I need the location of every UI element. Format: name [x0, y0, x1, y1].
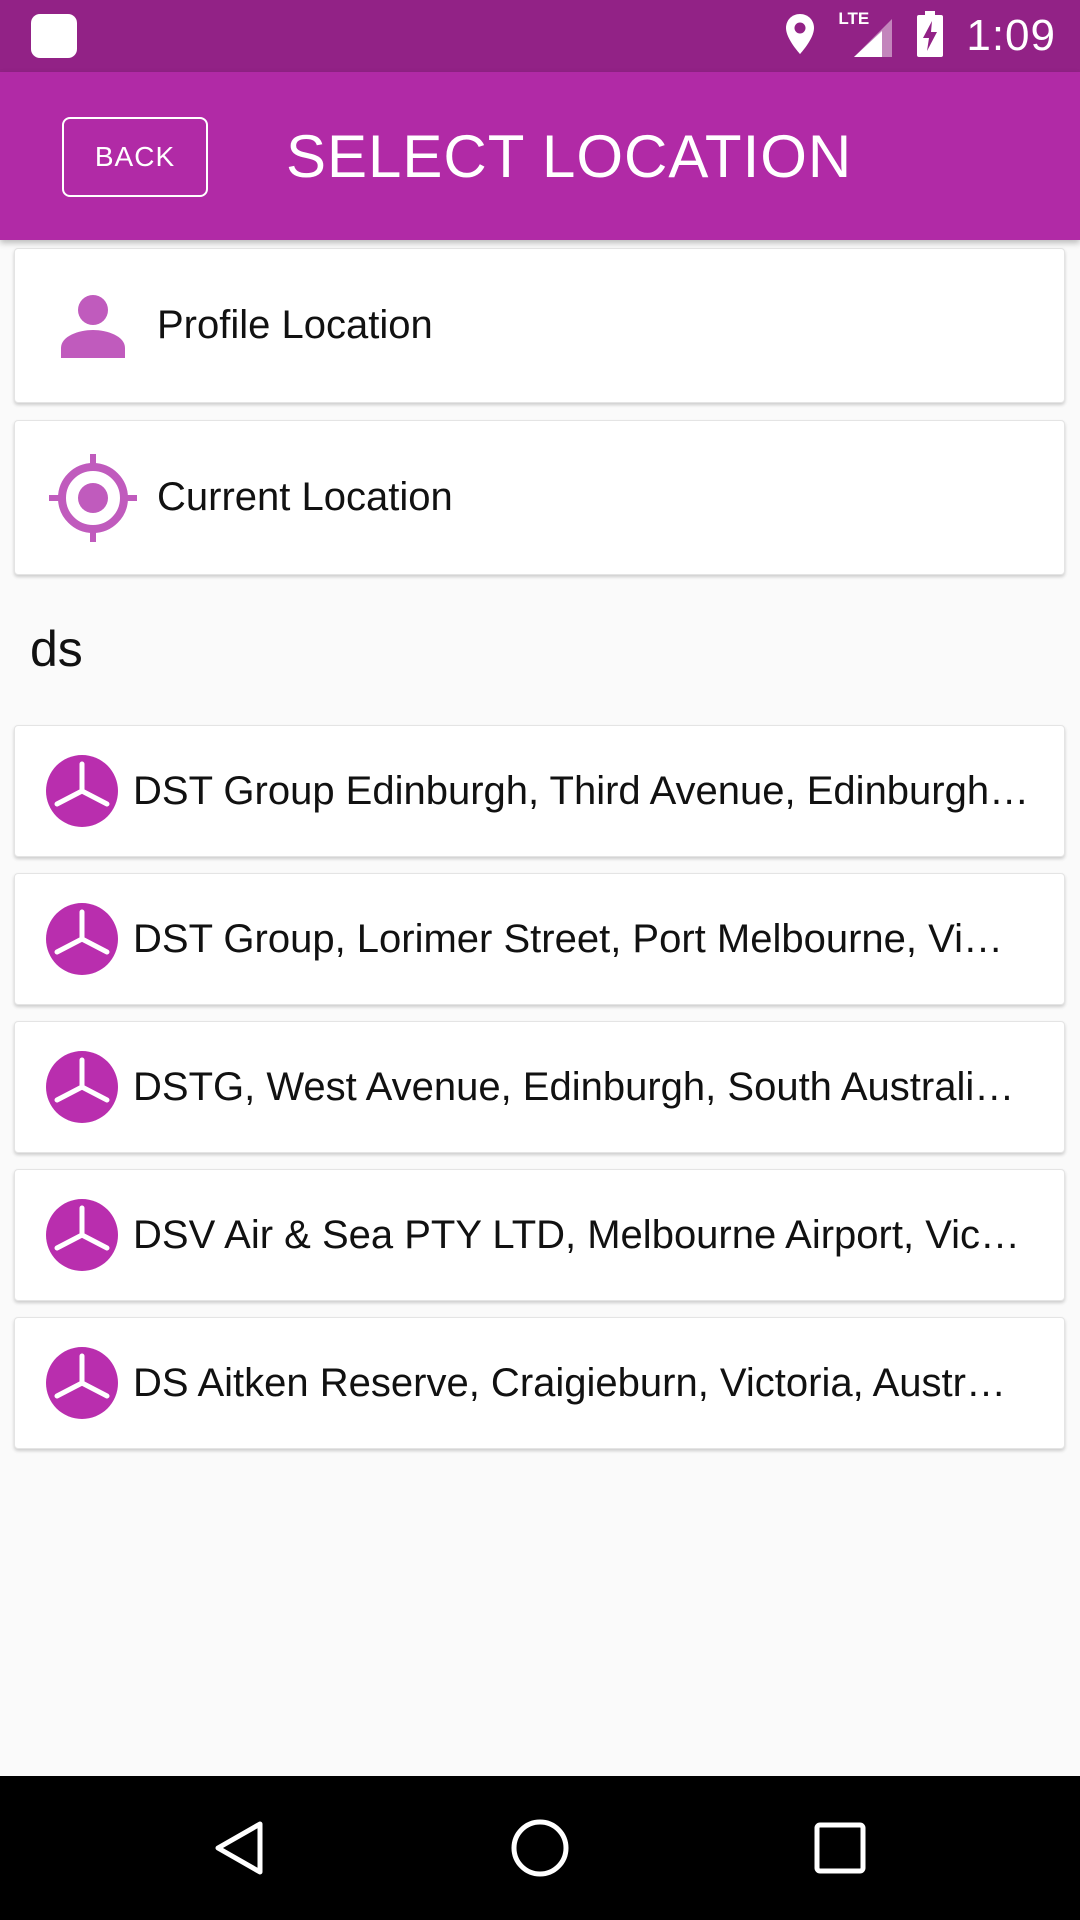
home-circle-icon[interactable]: [480, 1776, 600, 1920]
result-label: DSV Air & Sea PTY LTD, Melbourne Airport…: [133, 1212, 1021, 1257]
status-icons: LTE 1:09: [784, 0, 1056, 72]
app-notification-icon: [31, 14, 77, 58]
lte-signal-icon: LTE: [838, 9, 894, 61]
back-triangle-icon[interactable]: [180, 1776, 300, 1920]
result-label: DST Group, Lorimer Street, Port Melbourn…: [133, 916, 1003, 961]
result-label: DSTG, West Avenue, Edinburgh, South Aust…: [133, 1064, 1036, 1109]
history-clock-icon: [45, 754, 119, 828]
result-label: DST Group Edinburgh, Third Avenue, Edinb…: [133, 768, 1030, 813]
location-pin-icon: [784, 12, 816, 61]
page-title: SELECT LOCATION: [286, 122, 853, 190]
battery-charging-icon: [916, 10, 944, 63]
search-query-text: ds: [30, 621, 83, 677]
result-item-3[interactable]: DSTG, West Avenue, Edinburgh, South Aust…: [14, 1021, 1065, 1153]
clock-time: 1:09: [966, 11, 1056, 60]
result-item-1[interactable]: DST Group Edinburgh, Third Avenue, Edinb…: [14, 725, 1065, 857]
result-label: DS Aitken Reserve, Craigieburn, Victoria…: [133, 1360, 1006, 1405]
profile-location-label: Profile Location: [157, 303, 433, 347]
person-icon: [47, 280, 139, 372]
app-bar: BACK SELECT LOCATION: [0, 72, 1080, 240]
recents-square-icon[interactable]: [780, 1776, 900, 1920]
history-clock-icon: [45, 1050, 119, 1124]
result-item-2[interactable]: DST Group, Lorimer Street, Port Melbourn…: [14, 873, 1065, 1005]
navigation-bar: [0, 1776, 1080, 1920]
profile-location-option[interactable]: Profile Location: [14, 248, 1065, 403]
target-icon: [47, 452, 139, 544]
back-button[interactable]: BACK: [62, 117, 208, 197]
history-clock-icon: [45, 1198, 119, 1272]
result-item-4[interactable]: DSV Air & Sea PTY LTD, Melbourne Airport…: [14, 1169, 1065, 1301]
network-type-label: LTE: [838, 9, 870, 28]
history-clock-icon: [45, 902, 119, 976]
status-bar: LTE 1:09: [0, 0, 1080, 72]
current-location-option[interactable]: Current Location: [14, 420, 1065, 575]
history-clock-icon: [45, 1346, 119, 1420]
current-location-label: Current Location: [157, 475, 453, 519]
result-item-5[interactable]: DS Aitken Reserve, Craigieburn, Victoria…: [14, 1317, 1065, 1449]
